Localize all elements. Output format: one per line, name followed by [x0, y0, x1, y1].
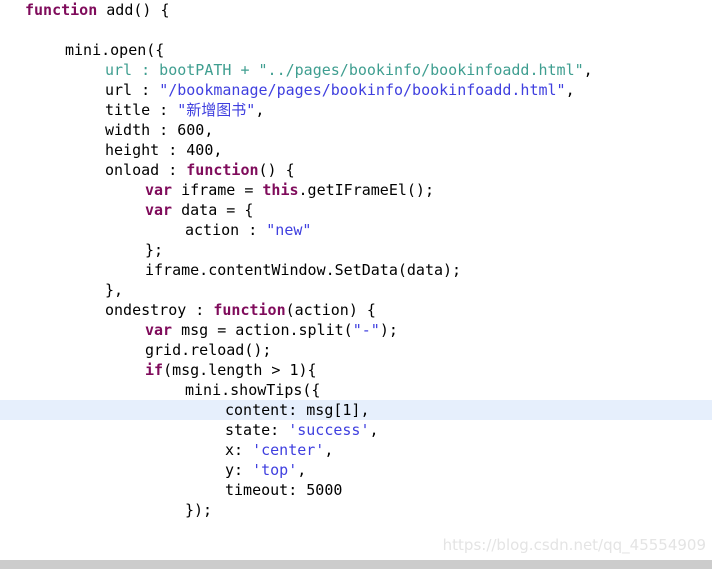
code-token: title :	[105, 101, 178, 119]
code-token: function	[186, 161, 259, 179]
code-token: ,	[583, 61, 593, 79]
code-token: onload :	[105, 161, 187, 179]
code-token: ,	[255, 101, 265, 119]
code-token: ,	[565, 81, 575, 99]
code-editor-viewport[interactable]: function add() { mini.open({ url : bootPA…	[0, 0, 712, 560]
code-line: });	[0, 500, 712, 520]
code-token: () {	[258, 161, 295, 179]
code-token: };	[145, 241, 164, 259]
code-token: y:	[225, 461, 253, 479]
code-token: 'top'	[252, 461, 298, 479]
code-line: function add() {	[0, 0, 712, 20]
code-token: ,	[297, 461, 307, 479]
code-lines-container: function add() { mini.open({ url : bootPA…	[0, 0, 712, 520]
code-token: height : 400,	[105, 141, 223, 159]
code-line: grid.reload();	[0, 340, 712, 360]
code-token: this	[262, 181, 299, 199]
code-token: timeout: 5000	[225, 481, 343, 499]
code-line: var iframe = this.getIFrameEl();	[0, 180, 712, 200]
code-token: iframe.contentWindow.SetData(data);	[145, 261, 462, 279]
code-token: var	[145, 181, 173, 199]
horizontal-scrollbar[interactable]	[0, 560, 712, 569]
code-line: y: 'top',	[0, 460, 712, 480]
code-token: state:	[225, 421, 289, 439]
code-token: 'success'	[288, 421, 370, 439]
code-token: );	[379, 321, 398, 339]
code-line: ondestroy : function(action) {	[0, 300, 712, 320]
code-token: ,	[369, 421, 379, 439]
code-line: timeout: 5000	[0, 480, 712, 500]
code-token: "新增图书"	[177, 101, 256, 119]
code-token: add() {	[97, 1, 170, 19]
code-line: content: msg[1],	[0, 400, 712, 420]
code-line: iframe.contentWindow.SetData(data);	[0, 260, 712, 280]
code-token: "-"	[352, 321, 380, 339]
code-token: ,	[324, 441, 334, 459]
code-line: action : "new"	[0, 220, 712, 240]
code-token: function	[25, 1, 98, 19]
code-token: ondestroy :	[105, 301, 214, 319]
code-line: url : "/bookmanage/pages/bookinfo/bookin…	[0, 80, 712, 100]
code-token: (action) {	[285, 301, 376, 319]
code-line: if(msg.length > 1){	[0, 360, 712, 380]
code-line: onload : function() {	[0, 160, 712, 180]
code-token: x:	[225, 441, 253, 459]
code-token: });	[185, 501, 213, 519]
code-token: mini.open({	[65, 41, 165, 59]
code-token: grid.reload();	[145, 341, 272, 359]
code-token: (msg.length > 1){	[163, 361, 317, 379]
code-token: mini.showTips({	[185, 381, 321, 399]
code-line: title : "新增图书",	[0, 100, 712, 120]
code-line: width : 600,	[0, 120, 712, 140]
code-token: if	[145, 361, 164, 379]
code-line: mini.open({	[0, 40, 712, 60]
code-line: height : 400,	[0, 140, 712, 160]
code-token: url :	[105, 81, 160, 99]
code-token: "/bookmanage/pages/bookinfo/bookinfoadd.…	[159, 81, 566, 99]
code-token: var	[145, 321, 173, 339]
code-token: action :	[185, 221, 267, 239]
code-token: url : bootPATH + "../pages/bookinfo/book…	[105, 61, 584, 79]
watermark-text: https://blog.csdn.net/qq_45554909	[442, 536, 706, 554]
code-token: "new"	[266, 221, 312, 239]
code-line: },	[0, 280, 712, 300]
code-token: },	[105, 281, 124, 299]
code-line: var data = {	[0, 200, 712, 220]
code-token: msg = action.split(	[172, 321, 353, 339]
code-line: x: 'center',	[0, 440, 712, 460]
code-token: 'center'	[252, 441, 325, 459]
code-line: url : bootPATH + "../pages/bookinfo/book…	[0, 60, 712, 80]
code-token: width : 600,	[105, 121, 214, 139]
code-line: };	[0, 240, 712, 260]
code-line: state: 'success',	[0, 420, 712, 440]
code-token: function	[213, 301, 286, 319]
code-token: var	[145, 201, 173, 219]
code-line: mini.showTips({	[0, 380, 712, 400]
code-token: content: msg[1],	[225, 401, 370, 419]
code-line: var msg = action.split("-");	[0, 320, 712, 340]
code-token: data = {	[172, 201, 254, 219]
code-token: iframe =	[172, 181, 263, 199]
code-token: .getIFrameEl();	[298, 181, 434, 199]
